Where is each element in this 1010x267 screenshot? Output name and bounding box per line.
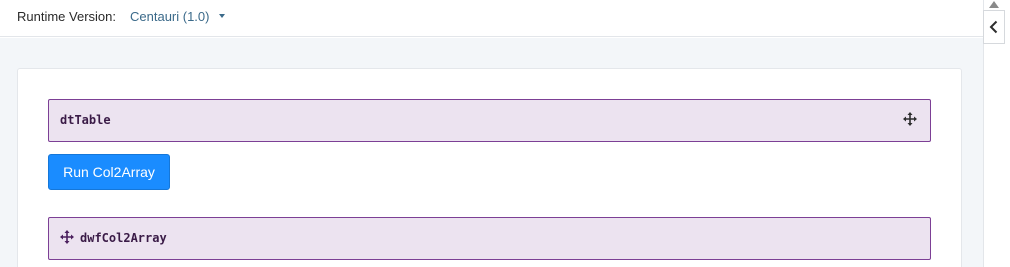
dttable-block-label: dtTable: [60, 113, 111, 127]
move-arrows-icon[interactable]: [903, 112, 917, 126]
runtime-version-label: Runtime Version:: [17, 9, 116, 24]
collapse-panel-button[interactable]: [983, 10, 1005, 44]
top-toolbar: Runtime Version: Centauri (1.0): [0, 0, 983, 37]
triangle-up-icon[interactable]: [989, 1, 999, 8]
run-col2array-button[interactable]: Run Col2Array: [48, 154, 170, 190]
dwfcol2array-block[interactable]: dwfCol2Array: [48, 217, 931, 260]
caret-down-icon[interactable]: [219, 14, 225, 18]
workspace-canvas: dtTable dwfCol2Array: [0, 38, 983, 267]
dttable-block[interactable]: dtTable: [48, 99, 931, 142]
chevron-left-icon: [989, 20, 998, 34]
runtime-version-select[interactable]: Centauri (1.0): [130, 9, 209, 24]
move-arrows-icon[interactable]: [60, 230, 74, 244]
dwfcol2array-block-label: dwfCol2Array: [80, 231, 167, 245]
app-root: Runtime Version: Centauri (1.0) dtTable …: [0, 0, 1010, 267]
